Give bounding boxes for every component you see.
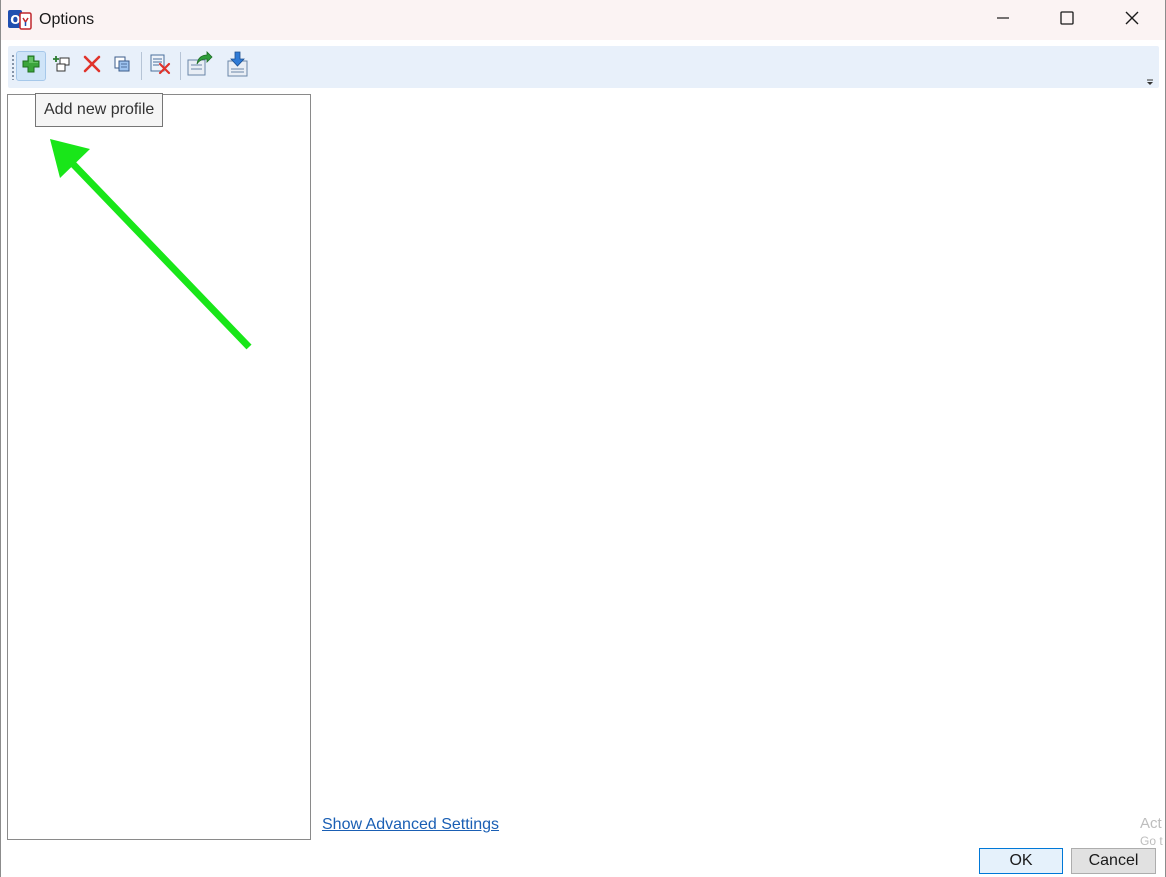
close-icon xyxy=(1124,10,1140,31)
add-group-icon xyxy=(52,54,72,79)
close-button[interactable] xyxy=(1100,0,1164,40)
minimize-button[interactable] xyxy=(971,0,1035,40)
ok-button[interactable]: OK xyxy=(979,848,1063,874)
svg-text:O: O xyxy=(10,13,20,27)
watermark-line-2: Go t xyxy=(1140,834,1163,848)
watermark-line-1: Act xyxy=(1140,815,1162,832)
clear-button[interactable] xyxy=(146,52,174,80)
maximize-button[interactable] xyxy=(1035,0,1099,40)
export-button[interactable] xyxy=(185,50,213,83)
copy-icon xyxy=(112,54,132,79)
toolbar xyxy=(8,46,1159,88)
cancel-button[interactable]: Cancel xyxy=(1071,848,1156,874)
toolbar-overflow-icon[interactable] xyxy=(1145,74,1155,85)
show-advanced-settings-link[interactable]: Show Advanced Settings xyxy=(322,815,499,835)
import-button[interactable] xyxy=(224,50,252,83)
toolbar-separator xyxy=(180,52,181,80)
title-bar: O Options xyxy=(1,0,1165,40)
toolbar-separator xyxy=(141,52,142,80)
add-group-button[interactable] xyxy=(48,52,76,80)
tooltip: Add new profile xyxy=(35,93,164,127)
delete-button[interactable] xyxy=(78,52,106,80)
import-icon xyxy=(224,50,252,83)
minimize-icon xyxy=(996,11,1010,30)
annotation-arrow-icon xyxy=(50,139,252,350)
outlook-sync-app-icon: O xyxy=(8,8,32,32)
toolbar-grip[interactable] xyxy=(12,54,14,80)
green-plus-icon xyxy=(21,54,41,79)
maximize-icon xyxy=(1060,10,1074,30)
window-title: Options xyxy=(39,11,95,28)
clear-list-icon xyxy=(149,53,171,80)
red-x-icon xyxy=(82,54,102,79)
options-window: O Options Add new profile Show Advanced … xyxy=(0,0,1166,877)
copy-button[interactable] xyxy=(108,52,136,80)
export-icon xyxy=(185,50,213,83)
add-profile-button[interactable] xyxy=(16,51,46,81)
activation-watermark: Act Go t xyxy=(1140,814,1163,848)
